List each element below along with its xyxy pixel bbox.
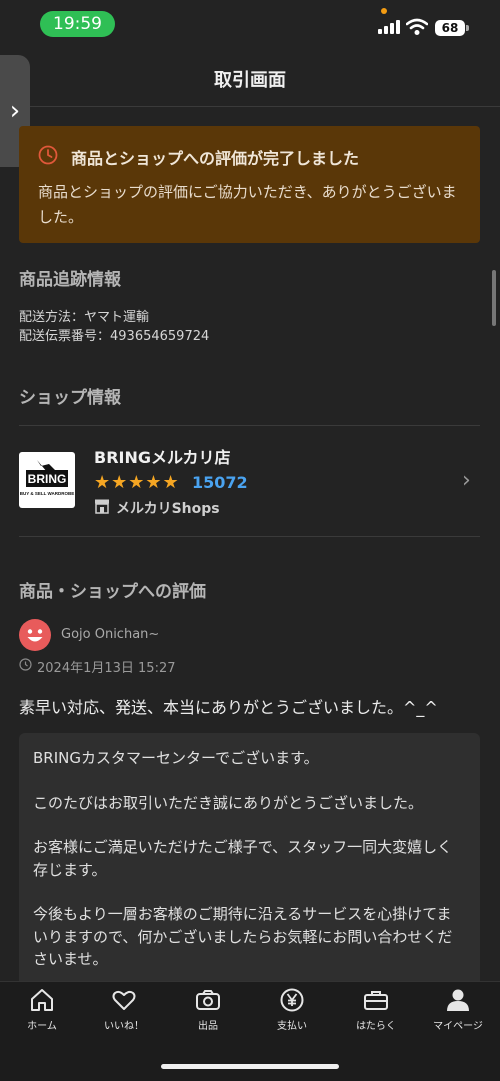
shop-section-title: ショップ情報 — [19, 388, 121, 408]
clock-small-icon — [19, 658, 32, 671]
reply-paragraph: このたびはお取引いただき誠にありがとうございました。 — [33, 793, 424, 812]
tab-sell[interactable]: 出品 — [166, 988, 250, 1032]
tab-home[interactable]: ホーム — [0, 988, 84, 1032]
chevron-right-icon[interactable]: › — [462, 468, 471, 493]
battery-indicator: 68 — [435, 20, 465, 36]
tab-sell-label: 出品 — [198, 1021, 218, 1032]
tab-work[interactable]: はたらく — [334, 988, 418, 1032]
signal-icon — [378, 20, 400, 34]
smiley-avatar-icon — [19, 619, 51, 651]
page-title: 取引画面 — [214, 70, 286, 91]
battery-tip — [466, 25, 469, 31]
storefront-icon — [95, 499, 109, 514]
home-indicator[interactable] — [161, 1064, 339, 1069]
shop-logo-text: BRING — [28, 472, 67, 486]
banner-message: 商品とショップの評価にご協力いただき、ありがとうございました。 — [38, 183, 457, 226]
reply-paragraph: お客様にご満足いただけたご様子で、スタッフ一同大変嬉しく存じます。 — [33, 838, 453, 879]
reply-paragraph: 今後もより一層お客様のご期待に沿えるサービスを心掛けてまいりますので、何かござい… — [33, 905, 453, 968]
header-divider — [0, 106, 500, 107]
tracking-number: 配送伝票番号：493654659724 — [19, 329, 210, 344]
shop-reply-text: BRINGカスタマーセンターでございます。 このたびはお取引いただき誠にありがと… — [33, 747, 465, 993]
reviewer-name: Gojo Onichan~ — [61, 627, 160, 642]
banner-title: 商品とショップへの評価が完了しました — [71, 149, 360, 168]
review-count: 15072 — [192, 473, 248, 492]
shop-row[interactable] — [0, 426, 500, 536]
rating-stars: ★★★★★ — [94, 472, 180, 493]
tab-work-label: はたらく — [356, 1021, 396, 1032]
tab-likes[interactable]: いいね！ — [82, 988, 166, 1032]
status-time: 19:59 — [40, 11, 115, 37]
tab-pay[interactable]: 支払い — [250, 988, 334, 1032]
tracking-section-title: 商品追跡情報 — [19, 270, 121, 290]
tab-mypage-label: マイページ — [433, 1021, 483, 1032]
shop-logo-subtext: BUY & SELL WARDROBE — [20, 491, 75, 496]
review-date: 2024年1月13日 15:27 — [37, 661, 176, 676]
shop-logo: BRING BUY & SELL WARDROBE — [19, 452, 75, 508]
camera-icon — [196, 990, 220, 1010]
tab-likes-label: いいね！ — [104, 1021, 144, 1032]
briefcase-icon — [364, 991, 388, 1010]
home-icon — [31, 989, 53, 1011]
shops-badge-label: メルカリShops — [116, 501, 220, 517]
recording-indicator — [381, 8, 387, 14]
tab-mypage[interactable]: マイページ — [416, 988, 500, 1032]
status-bar: 19:59 68 — [0, 0, 500, 50]
heart-icon — [112, 990, 136, 1010]
wifi-icon — [406, 18, 428, 35]
yen-icon — [280, 988, 304, 1012]
person-icon — [447, 989, 469, 1011]
clock-icon — [38, 145, 58, 165]
tab-home-label: ホーム — [27, 1021, 57, 1032]
shop-name: BRINGメルカリ店 — [94, 448, 231, 467]
reply-paragraph: BRINGカスタマーセンターでございます。 — [33, 749, 319, 767]
shipping-method: 配送方法：ヤマト運輸 — [19, 310, 150, 325]
review-text: 素早い対応、発送、本当にありがとうございました。^_^ — [19, 698, 438, 717]
shop-bottom-divider — [19, 536, 480, 537]
tab-pay-label: 支払い — [277, 1021, 307, 1032]
scrollbar[interactable] — [492, 270, 496, 326]
review-section-title: 商品・ショップへの評価 — [19, 582, 206, 602]
